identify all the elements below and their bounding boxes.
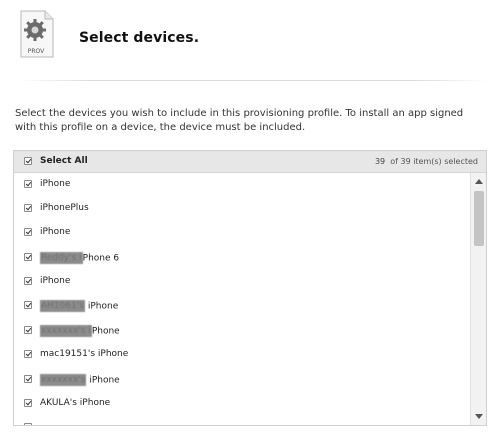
device-row[interactable]: iPhone <box>14 270 469 294</box>
device-list: iPhone iPhonePlus iPhone Reddy's iPhone … <box>14 173 486 425</box>
device-name: iPhonePlus <box>40 203 89 213</box>
redacted-text: Reddy's i <box>40 252 83 264</box>
provisioning-profile-icon: PROV <box>20 10 54 58</box>
device-row[interactable]: iPhonePlus <box>14 197 469 221</box>
device-name: iPhone <box>40 227 71 237</box>
device-checkbox[interactable] <box>24 301 32 309</box>
device-checkbox[interactable] <box>24 253 32 261</box>
device-name: xxxxxxx's iPhone <box>40 374 120 386</box>
device-checkbox[interactable] <box>24 326 32 334</box>
device-row[interactable]: AKULA's iPhone <box>14 392 469 416</box>
header-divider <box>18 80 488 81</box>
device-row[interactable]: xxxxxxx's iPhone <box>14 319 469 343</box>
device-row-partial[interactable] <box>14 416 469 425</box>
device-row[interactable]: iPhone <box>14 173 469 197</box>
device-checkbox[interactable] <box>24 204 32 212</box>
instructions-text: Select the devices you wish to include i… <box>15 108 464 133</box>
scroll-down-arrow-icon[interactable] <box>475 414 483 419</box>
device-row[interactable]: Reddy's iPhone 6 <box>14 246 469 270</box>
header: PROV Select devices. <box>0 0 500 70</box>
device-name: AH1061's iPhone <box>40 300 119 312</box>
device-name: mac19151's iPhone <box>40 349 129 359</box>
redacted-text: xxxxxxx's <box>40 374 87 386</box>
device-name: iPhone <box>40 276 71 286</box>
select-all-label[interactable]: Select All <box>40 156 88 166</box>
device-row[interactable]: mac19151's iPhone <box>14 343 469 367</box>
scroll-thumb[interactable] <box>474 191 484 246</box>
device-row[interactable]: xxxxxxx's iPhone <box>14 368 469 392</box>
device-checkbox[interactable] <box>24 180 32 188</box>
device-checkbox[interactable] <box>24 350 32 358</box>
device-checkbox[interactable] <box>24 423 32 425</box>
list-scrollbar[interactable] <box>470 173 486 425</box>
selected-count-suffix: of 39 item(s) selected <box>390 157 478 166</box>
device-row[interactable]: iPhone <box>14 221 469 245</box>
device-row[interactable]: AH1061's iPhone <box>14 294 469 318</box>
selected-count: 39 of 39 item(s) selected <box>375 157 478 166</box>
device-checkbox[interactable] <box>24 228 32 236</box>
device-checkbox[interactable] <box>24 399 32 407</box>
scroll-up-arrow-icon[interactable] <box>475 179 483 184</box>
redacted-text: xxxxxxx's i <box>40 325 92 337</box>
device-selection-panel: Select All 39 of 39 item(s) selected iPh… <box>13 150 487 426</box>
panel-header: Select All 39 of 39 item(s) selected <box>14 151 486 173</box>
device-checkbox[interactable] <box>24 277 32 285</box>
device-name: Reddy's iPhone 6 <box>40 252 120 264</box>
selected-count-number: 39 <box>374 157 386 166</box>
page-title: Select devices. <box>79 30 200 46</box>
prov-icon-text: PROV <box>28 48 45 55</box>
select-all-checkbox[interactable] <box>24 157 32 165</box>
device-name: xxxxxxx's iPhone <box>40 325 120 337</box>
device-name: iPhone <box>40 179 71 189</box>
device-name: AKULA's iPhone <box>40 398 111 408</box>
redacted-text: AH1061's <box>40 300 85 312</box>
device-checkbox[interactable] <box>24 375 32 383</box>
